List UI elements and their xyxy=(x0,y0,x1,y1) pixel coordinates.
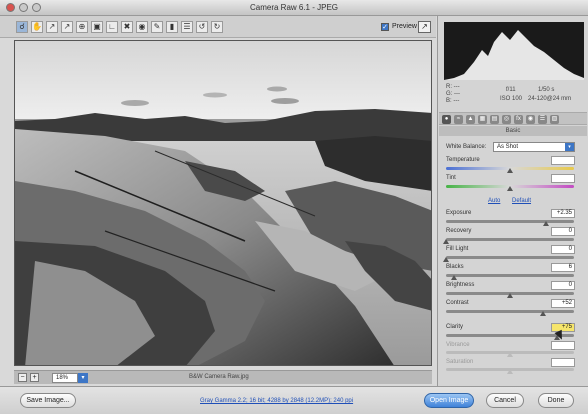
image-preview[interactable] xyxy=(14,40,432,366)
contrast-label: Contrast xyxy=(446,300,469,306)
tint-label: Tint xyxy=(446,175,456,181)
spot-removal-tool-icon[interactable]: ✖ xyxy=(121,21,133,33)
tab-lens-icon[interactable]: ◎ xyxy=(502,115,511,124)
vibrance-value[interactable] xyxy=(551,341,575,350)
hand-tool-icon[interactable]: ✋ xyxy=(31,21,43,33)
blacks-slider-thumb[interactable] xyxy=(450,275,457,280)
contrast-value[interactable]: +52 xyxy=(551,299,575,308)
straighten-tool-icon[interactable]: ∟ xyxy=(106,21,118,33)
preview-checkbox[interactable]: ✓ xyxy=(381,23,389,31)
tab-presets-icon[interactable]: ☰ xyxy=(538,115,547,124)
brightness-label: Brightness xyxy=(446,282,475,288)
red-eye-tool-icon[interactable]: ◉ xyxy=(136,21,148,33)
zoom-tool-icon[interactable]: ☌ xyxy=(16,21,28,33)
clarity-label: Clarity xyxy=(446,324,464,330)
readout-b: B: --- xyxy=(446,98,460,104)
clarity-value[interactable]: +75 xyxy=(551,323,575,332)
image-filename: B&W Camera Raw.jpg xyxy=(189,374,249,380)
tab-basic-icon[interactable]: ● xyxy=(442,115,451,124)
tab-snapshots-icon[interactable]: ▧ xyxy=(550,115,559,124)
zoom-bar: − + 18% ▾ B&W Camera Raw.jpg xyxy=(14,370,432,384)
tint-slider-thumb[interactable] xyxy=(507,186,513,191)
panel-tabs: ● ≈ ▲ ▦ ▤ ◎ fx ◉ ☰ ▧ xyxy=(439,112,587,125)
brightness-slider-thumb[interactable] xyxy=(507,293,513,298)
preferences-tool-icon[interactable]: ☰ xyxy=(181,21,193,33)
white-balance-select[interactable]: As Shot ▾ xyxy=(493,142,575,152)
readout-area: R: --- G: --- B: --- f/11 1/50 s ISO 100… xyxy=(444,84,584,110)
histogram xyxy=(444,22,584,80)
exposure-slider[interactable] xyxy=(446,220,574,223)
workflow-options-link[interactable]: Gray Gamma 2.2; 16 bit; 4288 by 2848 (12… xyxy=(200,398,353,404)
exposure-slider-thumb[interactable] xyxy=(542,221,549,226)
blacks-label: Blacks xyxy=(446,264,464,270)
contrast-slider-thumb[interactable] xyxy=(540,311,547,316)
tab-split-toning-icon[interactable]: ▤ xyxy=(490,115,499,124)
white-balance-tool-icon[interactable]: ↗ xyxy=(46,21,58,33)
cancel-button[interactable]: Cancel xyxy=(486,393,524,408)
fill-light-slider[interactable] xyxy=(446,256,574,259)
done-button[interactable]: Done xyxy=(538,393,574,408)
rotate-left-icon[interactable]: ↺ xyxy=(196,21,208,33)
save-image-button[interactable]: Save Image... xyxy=(20,393,76,408)
vibrance-label: Vibrance xyxy=(446,342,470,348)
exif-lens: 24-120@24 mm xyxy=(528,96,572,102)
auto-link[interactable]: Auto xyxy=(488,198,500,204)
photo xyxy=(15,41,431,365)
tab-detail-icon[interactable]: ▲ xyxy=(466,115,475,124)
tint-value[interactable] xyxy=(551,174,575,183)
saturation-label: Saturation xyxy=(446,359,474,365)
zoom-level-field[interactable]: 18% xyxy=(52,373,78,383)
panel-section-title: Basic xyxy=(439,126,587,136)
exposure-value[interactable]: +2.35 xyxy=(551,209,575,218)
exif-aperture: f/11 xyxy=(506,87,516,93)
readout-r: R: --- xyxy=(446,84,460,90)
open-image-button[interactable]: Open Image xyxy=(424,393,474,408)
exposure-label: Exposure xyxy=(446,210,472,216)
recovery-label: Recovery xyxy=(446,228,472,234)
tab-camera-calibration-icon[interactable]: ◉ xyxy=(526,115,535,124)
zoom-in-icon[interactable]: + xyxy=(30,373,39,382)
recovery-slider-thumb[interactable] xyxy=(443,239,449,244)
fill-light-slider-thumb[interactable] xyxy=(443,257,449,262)
toolbar: ☌ ✋ ↗ ↗ ⊕ ▣ ∟ ✖ ◉ ✎ ▮ ☰ ↺ ↻ ✓ Preview ↗ xyxy=(0,16,436,38)
saturation-value[interactable] xyxy=(551,358,575,367)
temperature-slider-thumb[interactable] xyxy=(507,168,513,173)
saturation-slider-thumb[interactable] xyxy=(507,369,513,374)
graduated-filter-tool-icon[interactable]: ▮ xyxy=(166,21,178,33)
window-title: Camera Raw 6.1 - JPEG xyxy=(249,3,339,12)
tab-effects-icon[interactable]: fx xyxy=(514,115,523,124)
fullscreen-toggle-icon[interactable]: ↗ xyxy=(418,21,431,33)
temperature-label: Temperature xyxy=(446,157,480,163)
fill-light-value[interactable]: 0 xyxy=(551,245,575,254)
preview-label: Preview xyxy=(392,23,417,30)
contrast-slider[interactable] xyxy=(446,310,574,313)
temperature-value[interactable] xyxy=(551,156,575,165)
zoom-out-icon[interactable]: − xyxy=(18,373,27,382)
white-balance-value: As Shot xyxy=(497,144,519,150)
recovery-value[interactable]: 0 xyxy=(551,227,575,236)
brightness-value[interactable]: 0 xyxy=(551,281,575,290)
exif-iso: ISO 100 xyxy=(500,96,523,102)
chevron-down-icon: ▾ xyxy=(565,143,574,151)
rotate-right-icon[interactable]: ↻ xyxy=(211,21,223,33)
recovery-slider[interactable] xyxy=(446,238,574,241)
footer-bar: Save Image... Gray Gamma 2.2; 16 bit; 42… xyxy=(0,386,588,414)
targeted-adjustment-tool-icon[interactable]: ⊕ xyxy=(76,21,88,33)
tab-tone-curve-icon[interactable]: ≈ xyxy=(454,115,463,124)
blacks-slider[interactable] xyxy=(446,274,574,277)
adjustment-brush-tool-icon[interactable]: ✎ xyxy=(151,21,163,33)
tab-hsl-icon[interactable]: ▦ xyxy=(478,115,487,124)
fill-light-label: Fill Light xyxy=(446,246,469,252)
vibrance-slider-thumb[interactable] xyxy=(507,352,513,357)
white-balance-label: White Balance: xyxy=(446,144,487,150)
zoom-dropdown-icon[interactable]: ▾ xyxy=(78,373,88,383)
default-link[interactable]: Default xyxy=(512,198,531,204)
color-sampler-tool-icon[interactable]: ↗ xyxy=(61,21,73,33)
crop-tool-icon[interactable]: ▣ xyxy=(91,21,103,33)
blacks-value[interactable]: 6 xyxy=(551,263,575,272)
title-bar: Camera Raw 6.1 - JPEG xyxy=(0,0,588,16)
readout-g: G: --- xyxy=(446,91,460,97)
exif-shutter: 1/50 s xyxy=(538,87,555,93)
